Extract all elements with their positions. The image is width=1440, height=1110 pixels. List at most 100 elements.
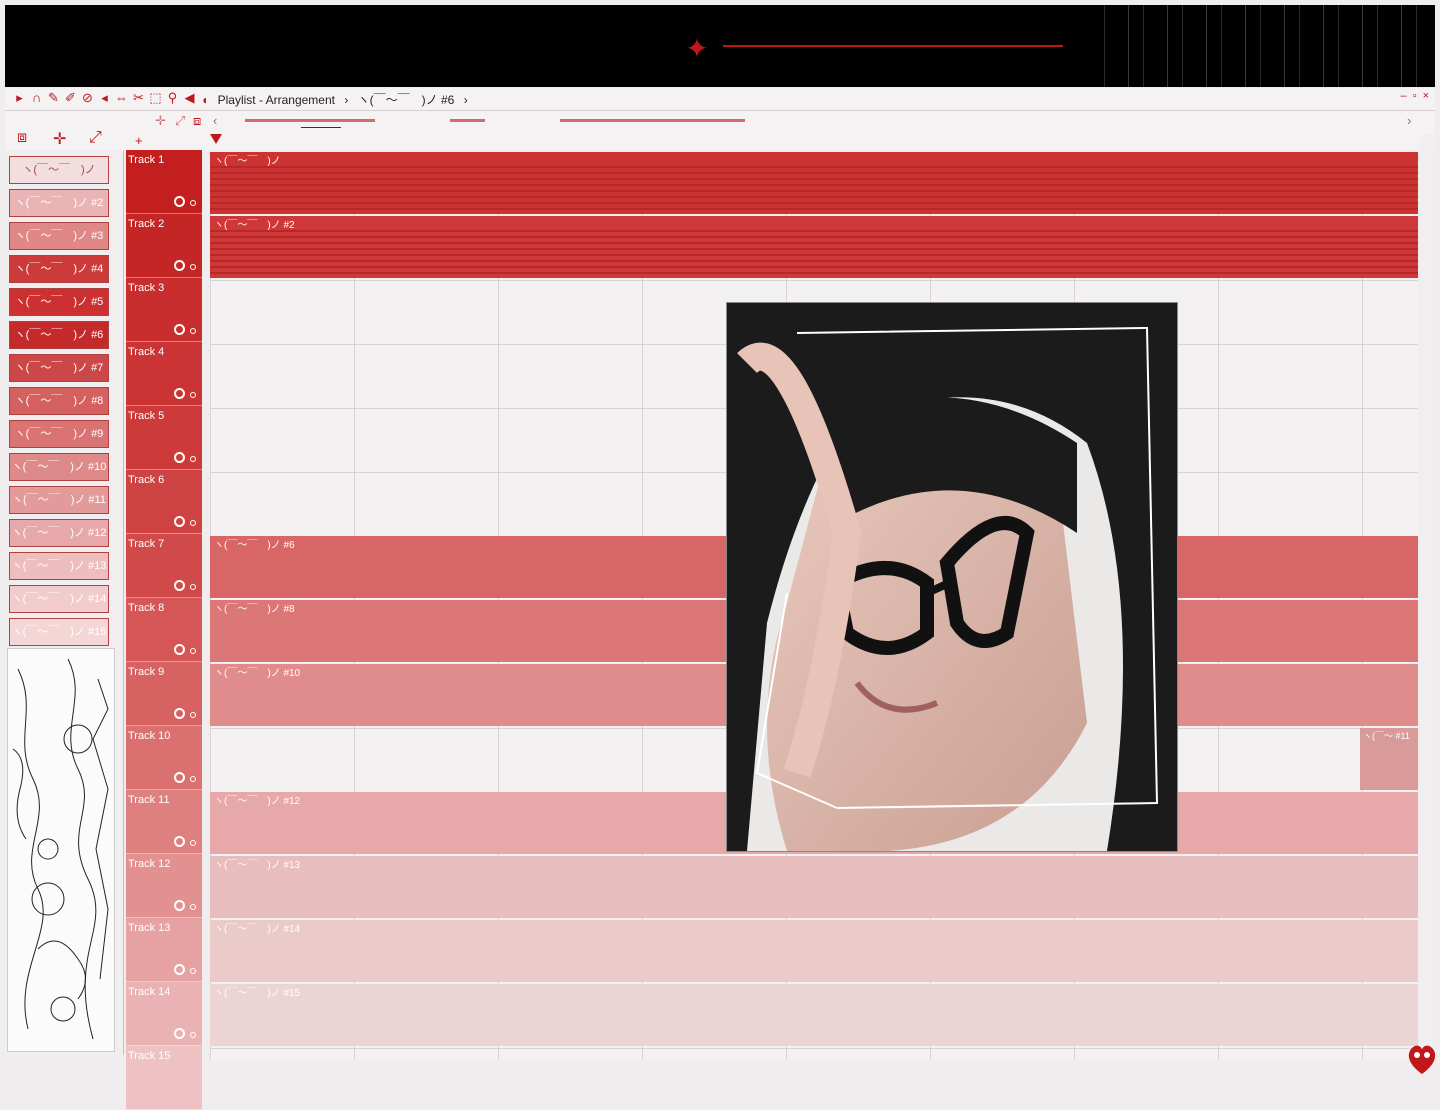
- track-header[interactable]: Track 12: [126, 854, 202, 918]
- breadcrumb-playlist[interactable]: Playlist - Arrangement: [218, 93, 335, 107]
- track-mute-knob[interactable]: [174, 196, 185, 207]
- clip-notes: [210, 166, 1418, 214]
- track-header[interactable]: Track 6: [126, 470, 202, 534]
- track-select-dot[interactable]: [190, 520, 196, 526]
- slice-icon[interactable]: ✂: [132, 91, 145, 105]
- track-mute-knob[interactable]: [174, 1028, 185, 1039]
- track-header[interactable]: Track 14: [126, 982, 202, 1046]
- track-header[interactable]: Track 3: [126, 278, 202, 342]
- close-button[interactable]: ×: [1423, 90, 1429, 102]
- track-mute-knob[interactable]: [174, 708, 185, 719]
- track-select-dot[interactable]: [190, 392, 196, 398]
- clip-label: ヽ(￣～￣ )ノ #8: [214, 604, 295, 615]
- sketch-image: [7, 648, 115, 1052]
- slip-icon[interactable]: ⇔: [115, 91, 128, 105]
- track-mute-knob[interactable]: [174, 580, 185, 591]
- pattern-item[interactable]: ヽ(￣～￣ )ノ #7: [9, 354, 109, 382]
- track-select-dot[interactable]: [190, 968, 196, 974]
- split-icon[interactable]: ✛: [53, 129, 66, 149]
- pattern-item[interactable]: ヽ(￣～￣ )ノ #8: [9, 387, 109, 415]
- track-select-dot[interactable]: [190, 712, 196, 718]
- track-header[interactable]: Track 2: [126, 214, 202, 278]
- pattern-item[interactable]: ヽ(￣～￣ )ノ #12: [9, 519, 109, 547]
- minimize-button[interactable]: –: [1401, 90, 1407, 102]
- arrow-right-icon[interactable]: ▸: [13, 91, 26, 105]
- track-select-dot[interactable]: [190, 584, 196, 590]
- picker-icon[interactable]: ⧈: [17, 129, 27, 147]
- track-select-dot[interactable]: [190, 328, 196, 334]
- track-select-dot[interactable]: [190, 840, 196, 846]
- pattern-item[interactable]: ヽ(￣～￣ )ノ #10: [9, 453, 109, 481]
- track-header[interactable]: Track 7: [126, 534, 202, 598]
- pattern-item[interactable]: ヽ(￣～￣ )ノ #13: [9, 552, 109, 580]
- pattern-clip[interactable]: ヽ(￣～ #11: [1360, 728, 1418, 790]
- pattern-item[interactable]: ヽ(￣～￣ )ノ #6: [9, 321, 109, 349]
- pattern-item[interactable]: ヽ(￣～￣ )ノ #14: [9, 585, 109, 613]
- pattern-item[interactable]: ヽ(￣～￣ )ノ #5: [9, 288, 109, 316]
- pattern-clip[interactable]: ヽ(￣～￣ )ノ #14: [210, 920, 1418, 982]
- select-icon[interactable]: ⬚: [149, 91, 162, 105]
- track-mute-knob[interactable]: [174, 836, 185, 847]
- track-label: Track 10: [128, 730, 171, 742]
- track-label: Track 9: [128, 666, 165, 678]
- track-header[interactable]: Track 1: [126, 150, 202, 214]
- track-header[interactable]: Track 4: [126, 342, 202, 406]
- track-mute-knob[interactable]: [174, 900, 185, 911]
- add-icon[interactable]: +: [135, 133, 143, 148]
- clip-notes: [210, 998, 1418, 1046]
- pattern-item[interactable]: ヽ(￣～￣ )ノ #15: [9, 618, 109, 646]
- pattern-clip[interactable]: ヽ(￣～￣ )ノ: [210, 152, 1418, 214]
- track-label: Track 2: [128, 218, 165, 230]
- track-select-dot[interactable]: [190, 456, 196, 462]
- track-label: Track 14: [128, 986, 171, 998]
- track-mute-knob[interactable]: [174, 964, 185, 975]
- track-header[interactable]: Track 5: [126, 406, 202, 470]
- track-select-dot[interactable]: [190, 648, 196, 654]
- overview-scrollbar[interactable]: [215, 115, 1425, 129]
- track-select-dot[interactable]: [190, 1032, 196, 1038]
- pattern-item[interactable]: ヽ(￣～￣ )ノ #3: [9, 222, 109, 250]
- pattern-item[interactable]: ヽ(￣～￣ )ノ: [9, 156, 109, 184]
- track-select-dot[interactable]: [190, 264, 196, 270]
- pattern-clip[interactable]: ヽ(￣～￣ )ノ #13: [210, 856, 1418, 918]
- track-mute-knob[interactable]: [174, 260, 185, 271]
- track-mute-knob[interactable]: [174, 452, 185, 463]
- track-header[interactable]: Track 10: [126, 726, 202, 790]
- speaker-icon[interactable]: ◖: [201, 93, 208, 107]
- breadcrumb-pattern[interactable]: ヽ(￣～￣ )ノ #6: [358, 93, 455, 107]
- track-select-dot[interactable]: [190, 776, 196, 782]
- track-select-dot[interactable]: [190, 200, 196, 206]
- pattern-item[interactable]: ヽ(￣～￣ )ノ #11: [9, 486, 109, 514]
- mute-icon[interactable]: ◂: [98, 91, 111, 105]
- link-icon[interactable]: ⤢: [89, 129, 102, 147]
- track-header[interactable]: Track 11: [126, 790, 202, 854]
- vertical-scrollbar[interactable]: [1420, 134, 1434, 1054]
- maximize-button[interactable]: ▫: [1413, 90, 1417, 102]
- track-select-dot[interactable]: [190, 904, 196, 910]
- playback-icon[interactable]: ◀: [183, 91, 196, 105]
- playhead-marker[interactable]: [210, 134, 222, 144]
- magnet-icon[interactable]: ∩: [30, 91, 43, 105]
- track-mute-knob[interactable]: [174, 388, 185, 399]
- track-header[interactable]: Track 15: [126, 1046, 202, 1110]
- pattern-item[interactable]: ヽ(￣～￣ )ノ #2: [9, 189, 109, 217]
- track-mute-knob[interactable]: [174, 644, 185, 655]
- pattern-item[interactable]: ヽ(￣～￣ )ノ #4: [9, 255, 109, 283]
- track-mute-knob[interactable]: [174, 772, 185, 783]
- pattern-mode-icon[interactable]: ⧈: [193, 113, 201, 129]
- track-header[interactable]: Track 13: [126, 918, 202, 982]
- track-mute-knob[interactable]: [174, 324, 185, 335]
- zoom-icon[interactable]: ⚲: [166, 91, 179, 105]
- delete-icon[interactable]: ⊘: [81, 91, 94, 105]
- track-header[interactable]: Track 8: [126, 598, 202, 662]
- pattern-clip[interactable]: ヽ(￣～￣ )ノ #2: [210, 216, 1418, 278]
- move-icon[interactable]: ✛: [155, 113, 166, 129]
- track-header[interactable]: Track 9: [126, 662, 202, 726]
- pattern-clip[interactable]: ヽ(￣～￣ )ノ #15: [210, 984, 1418, 1046]
- paint-icon[interactable]: ✐: [64, 91, 77, 105]
- pencil-icon[interactable]: ✎: [47, 91, 60, 105]
- resize-icon[interactable]: ⤢: [175, 113, 185, 129]
- track-mute-knob[interactable]: [174, 516, 185, 527]
- track-label: Track 12: [128, 858, 171, 870]
- pattern-item[interactable]: ヽ(￣～￣ )ノ #9: [9, 420, 109, 448]
